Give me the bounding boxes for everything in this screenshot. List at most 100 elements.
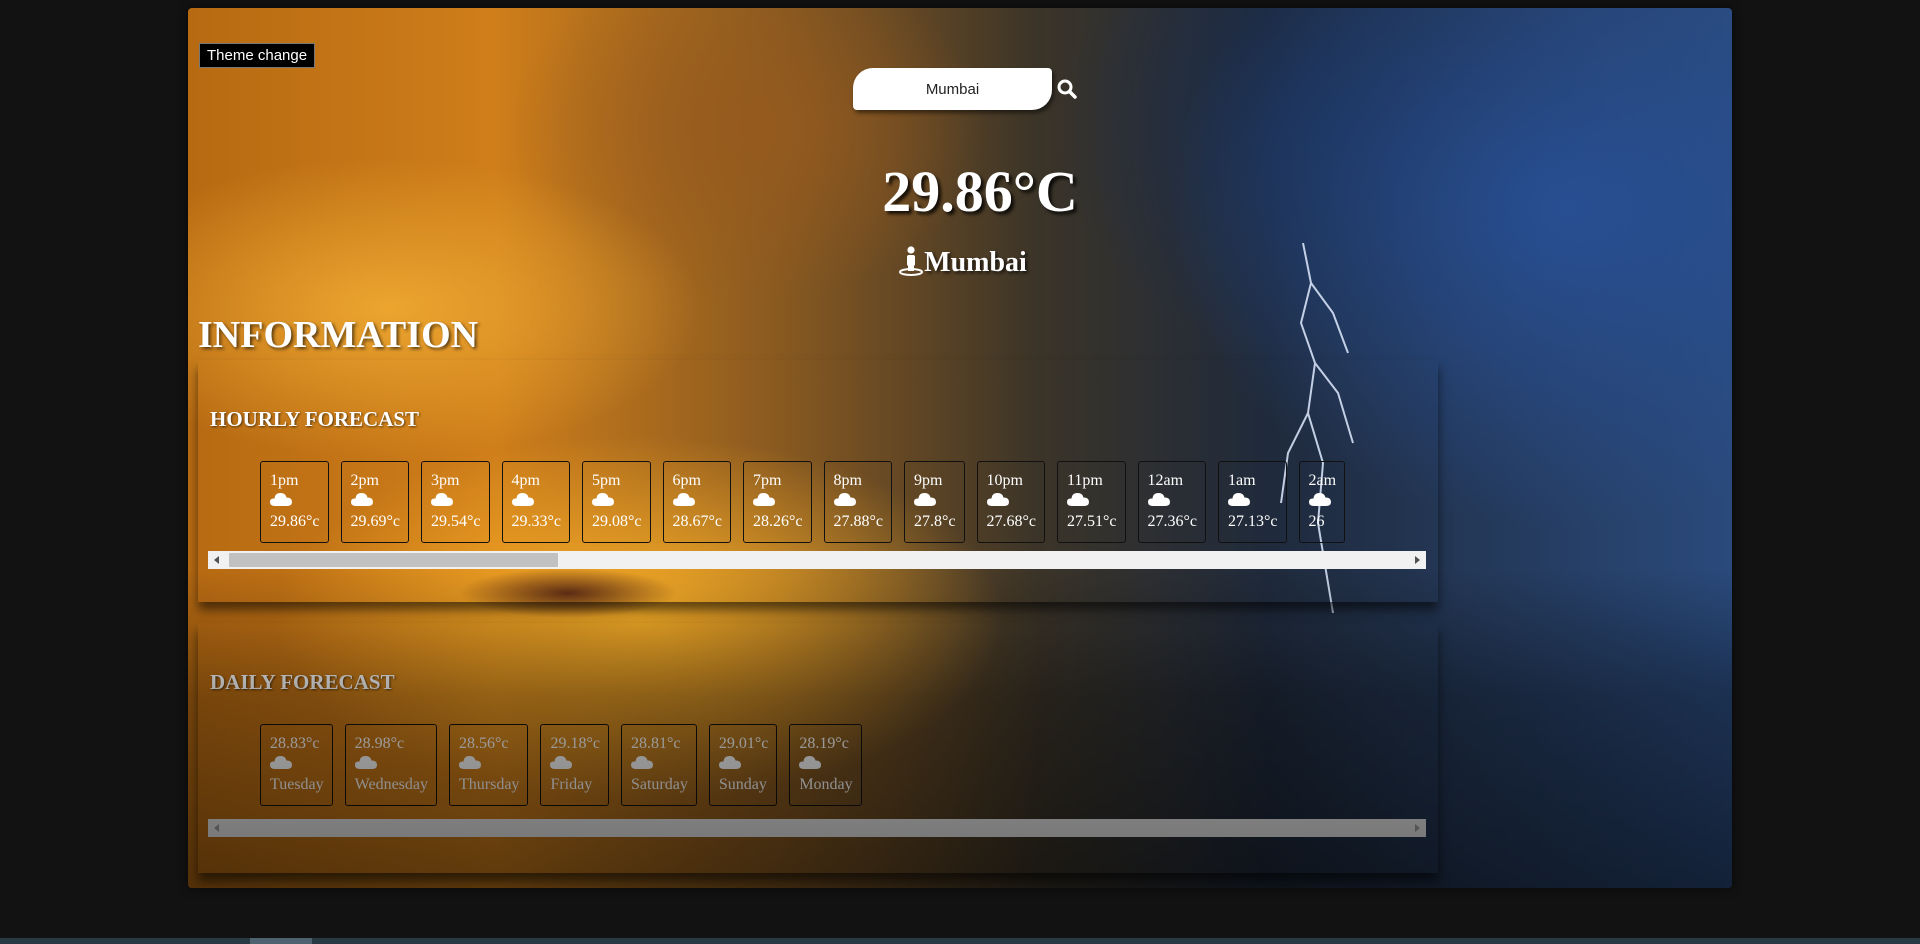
hourly-time: 9pm [914,472,943,489]
location-name: Mumbai [924,247,1027,278]
information-heading: INFORMATION [198,314,479,356]
hourly-time: 11pm [1067,472,1103,489]
hourly-forecast-section: HOURLY FORECAST 1pm 29.86°c 2pm 29.69°c 3pm 2… [198,360,1438,602]
hourly-forecast-title: HOURLY FORECAST [210,407,420,431]
hourly-time: 1pm [270,472,299,489]
search-input[interactable] [853,68,1052,110]
window-scrollbar-thumb[interactable] [250,938,312,944]
daily-scrollbar[interactable] [208,819,1426,837]
hourly-temperature: 29.69°c [350,513,401,530]
hourly-temperature: 27.88°c [833,513,884,530]
hourly-forecast-card[interactable]: 4pm 29.33°c [501,461,570,543]
hourly-temperature: 27.51°c [1067,513,1117,530]
hourly-time: 12am [1147,472,1184,489]
hourly-forecast-card[interactable]: 5pm 29.08°c [582,461,651,543]
cloud-icon [1067,493,1089,506]
cloud-icon [1308,493,1331,506]
hourly-time: 8pm [833,472,862,489]
daily-day: Saturday [630,776,688,793]
hourly-forecast-card[interactable]: 10pm 27.68°c [976,461,1045,543]
daily-day: Friday [550,776,593,793]
scrollbar-thumb[interactable] [229,553,558,567]
hourly-forecast-card[interactable]: 1pm 29.86°c [260,461,329,543]
cloud-icon [914,493,936,506]
hourly-forecast-card[interactable]: 9pm 27.8°c [904,461,965,543]
daily-forecast-card[interactable]: 28.19°c Monday [789,724,862,806]
daily-temperature: 28.81°c [630,735,681,752]
daily-day: Tuesday [270,776,324,793]
hourly-time: 6pm [672,472,701,489]
hourly-temperature: 29.33°c [511,513,562,530]
hourly-forecast-card[interactable]: 12am 27.36°c [1137,461,1206,543]
cloud-icon [354,756,377,769]
daily-forecast-card[interactable]: 28.81°c Saturday [620,724,697,806]
daily-temperature: 28.56°c [459,735,509,752]
hourly-time: 5pm [592,472,621,489]
theme-change-button[interactable]: Theme change [199,43,316,68]
hourly-forecast-card[interactable]: 3pm 29.54°c [421,461,490,543]
hourly-temperature: 27.13°c [1228,513,1278,530]
daily-temperature: 28.98°c [354,735,405,752]
hourly-time: 1am [1228,472,1256,489]
hourly-temperature: 27.8°c [914,513,956,530]
hourly-time: 4pm [511,472,540,489]
cloud-icon [833,493,856,506]
search-icon[interactable] [1056,78,1078,100]
hourly-forecast-card[interactable]: 2am 26 [1298,461,1346,543]
daily-temperature: 29.18°c [550,735,600,752]
scroll-right-arrow-icon[interactable] [1415,824,1420,832]
daily-forecast-list[interactable]: 28.83°c Tuesday 28.98°c Wednesday 28.56°c Thu… [260,724,1426,808]
hourly-scrollbar[interactable] [208,551,1426,569]
hourly-temperature: 29.08°c [592,513,642,530]
daily-forecast-title: DAILY FORECAST [210,670,395,694]
hourly-temperature: 29.86°c [270,513,320,530]
cloud-icon [1147,493,1170,506]
window-scrollbar[interactable] [0,938,1920,944]
cloud-icon [799,756,822,769]
hourly-forecast-card[interactable]: 6pm 28.67°c [662,461,731,543]
daily-forecast-card[interactable]: 28.83°c Tuesday [260,724,333,806]
hourly-temperature: 27.36°c [1147,513,1198,530]
hourly-forecast-card[interactable]: 2pm 29.69°c [340,461,409,543]
search-bar [853,68,1077,110]
cloud-icon [630,756,653,769]
cloud-icon [270,493,292,506]
scroll-right-arrow-icon[interactable] [1415,556,1420,564]
hourly-forecast-card[interactable]: 7pm 28.26°c [743,461,812,543]
cloud-icon [672,493,695,506]
daily-day: Monday [799,776,853,793]
hourly-time: 7pm [753,472,782,489]
hourly-time: 10pm [986,472,1023,489]
current-temperature: 29.86°C [882,159,1078,224]
hourly-time: 3pm [431,472,460,489]
daily-forecast-card[interactable]: 29.18°c Friday [540,724,609,806]
cloud-icon [718,756,741,769]
daily-forecast-card[interactable]: 28.98°c Wednesday [344,724,437,806]
daily-temperature: 28.83°c [270,735,320,752]
cloud-icon [431,493,453,506]
daily-temperature: 29.01°c [718,735,769,752]
cloud-icon [592,493,614,506]
hourly-forecast-card[interactable]: 8pm 27.88°c [823,461,892,543]
hourly-time: 2pm [350,472,379,489]
hourly-temperature: 28.67°c [672,513,723,530]
hourly-forecast-card[interactable]: 11pm 27.51°c [1057,461,1126,543]
daily-forecast-card[interactable]: 29.01°c Sunday [708,724,778,806]
cloud-icon [550,756,573,769]
weather-app: Theme change 29.86°C Mumbai INFORMATION … [188,8,1732,888]
cloud-icon [511,493,534,506]
daily-day: Sunday [718,776,767,793]
cloud-icon [753,493,775,506]
street-view-icon [899,246,924,276]
hourly-temperature: 29.54°c [431,513,481,530]
daily-forecast-card[interactable]: 28.56°c Thursday [449,724,529,806]
scroll-left-arrow-icon[interactable] [214,556,219,564]
hourly-forecast-card[interactable]: 1am 27.13°c [1218,461,1287,543]
hourly-temperature: 26 [1308,513,1325,530]
cloud-icon [986,493,1009,506]
scroll-left-arrow-icon[interactable] [214,824,219,832]
daily-temperature: 28.19°c [799,735,849,752]
daily-day: Thursday [459,776,520,793]
hourly-temperature: 28.26°c [753,513,803,530]
hourly-forecast-list[interactable]: 1pm 29.86°c 2pm 29.69°c 3pm 29.54°c 4pm 29.33°c… [260,461,1426,545]
